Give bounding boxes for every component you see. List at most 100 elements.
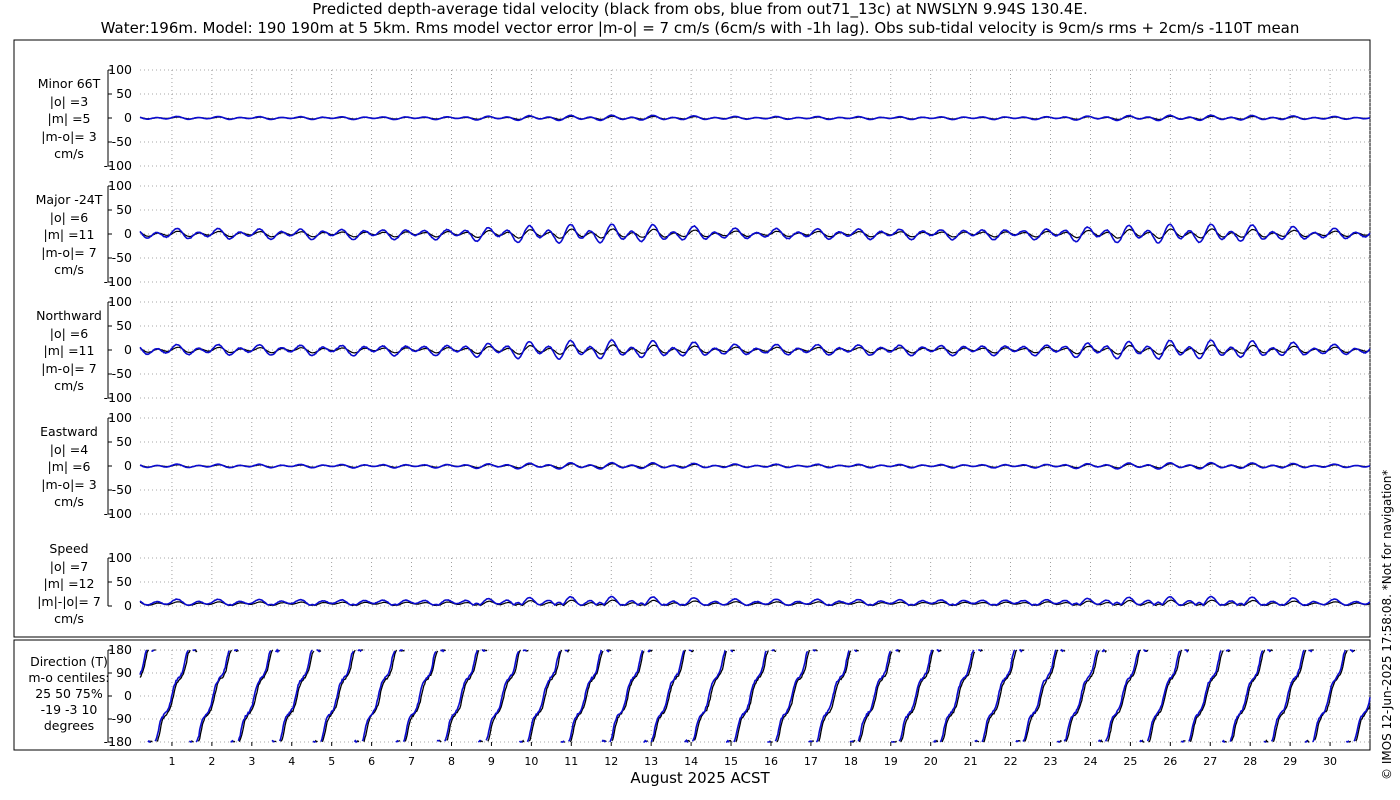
panel-label-line: Northward [36, 308, 102, 323]
y-tick-label: 0 [124, 458, 132, 473]
model-direction-series [974, 739, 978, 742]
model-direction-series [1015, 739, 1020, 743]
model-direction-series [808, 740, 813, 743]
panel-label-line: degrees [43, 718, 95, 733]
panel-label-line: |o| =7 [49, 558, 89, 574]
panel-label-line: |m-o|= 3 [41, 128, 97, 144]
x-tick-label: 28 [1243, 755, 1257, 768]
x-tick-label: 21 [964, 755, 978, 768]
model-direction-series [1101, 648, 1106, 653]
model-direction-series [857, 650, 892, 742]
x-tick-label: 16 [764, 755, 778, 768]
model-direction-series [275, 648, 280, 654]
model-direction-series [1180, 740, 1185, 743]
panel-label-line: |m-o|= 7 [41, 244, 97, 260]
x-tick-label: 23 [1044, 755, 1058, 768]
x-tick-label: 8 [448, 755, 455, 768]
panel-label-major: Major -24T |o| =6 |m| =11 |m-o|= 7 cm/s [14, 191, 124, 279]
x-tick-label: 25 [1123, 755, 1137, 768]
y-tick-label: 0 [124, 342, 132, 357]
direction-panel-frame [13, 639, 1371, 751]
model-direction-series [1104, 649, 1140, 742]
model-direction-series [1225, 649, 1230, 652]
x-tick-label: 10 [524, 755, 538, 768]
panel-label-line: cm/s [54, 146, 84, 161]
model-direction-series [353, 739, 358, 744]
panel-label-line: -19 -3 10 [40, 702, 98, 717]
x-tick-label: 29 [1283, 755, 1297, 768]
model-direction-series [812, 648, 817, 652]
x-tick-label: 9 [488, 755, 495, 768]
model-direction-series [399, 649, 403, 652]
model-direction-series [1097, 739, 1102, 743]
model-eastward-series [139, 461, 1371, 470]
x-tick-label: 7 [408, 755, 415, 768]
model-direction-series [1349, 649, 1354, 653]
panel-label-line: |m| =5 [47, 111, 91, 126]
panel-label-northward: Northward |o| =6 |m| =11 |m-o|= 7 cm/s [14, 307, 124, 395]
panel-label-line: |m|-|o|= 7 [37, 593, 101, 609]
model-direction-series [1345, 740, 1350, 743]
x-tick-label: 6 [368, 755, 375, 768]
x-axis-label: August 2025 ACST [630, 769, 770, 787]
x-tick-label: 19 [884, 755, 898, 768]
panel-label-line: Major -24T [35, 192, 103, 207]
panel-label-line: cm/s [54, 611, 84, 626]
upper-panels-frame [13, 39, 1371, 638]
y-tick-label: 0 [124, 226, 132, 241]
panel-label-line: |m-o|= 7 [41, 360, 97, 376]
model-direction-series [312, 740, 317, 743]
model-direction-series [1060, 648, 1065, 653]
model-direction-series [230, 739, 234, 743]
model-direction-series [518, 740, 523, 743]
panel-label-line: |o| =6 [49, 325, 89, 341]
model-direction-series [895, 649, 899, 652]
model-direction-series [1267, 649, 1272, 653]
panel-label-line: |o| =3 [49, 93, 89, 109]
model-direction-series [151, 649, 155, 652]
x-tick-label: 2 [208, 755, 215, 768]
panel-label-line: |o| =6 [49, 209, 89, 225]
panel-label-minor: Minor 66T |o| =3 |m| =5 |m-o|= 3 cm/s [14, 75, 124, 163]
model-direction-series [1143, 649, 1148, 652]
x-tick-label: 20 [924, 755, 938, 768]
panel-label-line: |m| =11 [43, 343, 95, 358]
x-tick-label: 4 [288, 755, 295, 768]
tidal-velocity-figure: 100500-50-100100500-50-100100500-50-1001… [13, 39, 1371, 768]
model-direction-series [1304, 740, 1308, 743]
panel-label-line: cm/s [54, 262, 84, 277]
model-direction-series [1022, 649, 1057, 742]
panel-label-line: Direction (T) [30, 654, 108, 669]
x-tick-label: 12 [604, 755, 618, 768]
model-direction-series [1263, 740, 1267, 743]
model-direction-series [1056, 740, 1061, 743]
model-direction-series [395, 739, 399, 743]
x-tick-label: 24 [1083, 755, 1097, 768]
model-direction-series [688, 649, 693, 652]
model-direction-series [936, 649, 941, 653]
x-tick-label: 17 [804, 755, 818, 768]
panel-label-line: Eastward [40, 424, 98, 439]
credit-note: © IMOS 12-Jun-2025 17:58:08. *Not for na… [1380, 469, 1394, 780]
x-tick-label: 5 [328, 755, 335, 768]
model-direction-series [522, 649, 528, 652]
panel-label-speed: Speed |o| =7 |m| =12 |m|-|o|= 7 cm/s [14, 540, 124, 628]
model-direction-series [726, 739, 730, 743]
x-tick-label: 15 [724, 755, 738, 768]
panel-label-line: |m-o|= 3 [41, 476, 97, 492]
y-tick-label: 0 [124, 598, 132, 613]
x-tick-label: 11 [564, 755, 578, 768]
model-direction-series [849, 740, 854, 743]
panel-label-line: |m| =6 [47, 459, 91, 474]
panel-label-direction: Direction (T) m-o centiles: 25 50 75% -1… [14, 654, 124, 734]
model-minor-series [139, 114, 1371, 122]
model-direction-series [560, 740, 565, 743]
y-tick-label: -180 [104, 734, 132, 749]
x-tick-label: 1 [168, 755, 175, 768]
y-tick-label: 0 [124, 688, 132, 703]
x-tick-label: 26 [1163, 755, 1177, 768]
x-tick-label: 3 [248, 755, 255, 768]
model-direction-series [771, 649, 775, 652]
panel-label-line: cm/s [54, 494, 84, 509]
model-direction-series [192, 649, 196, 652]
